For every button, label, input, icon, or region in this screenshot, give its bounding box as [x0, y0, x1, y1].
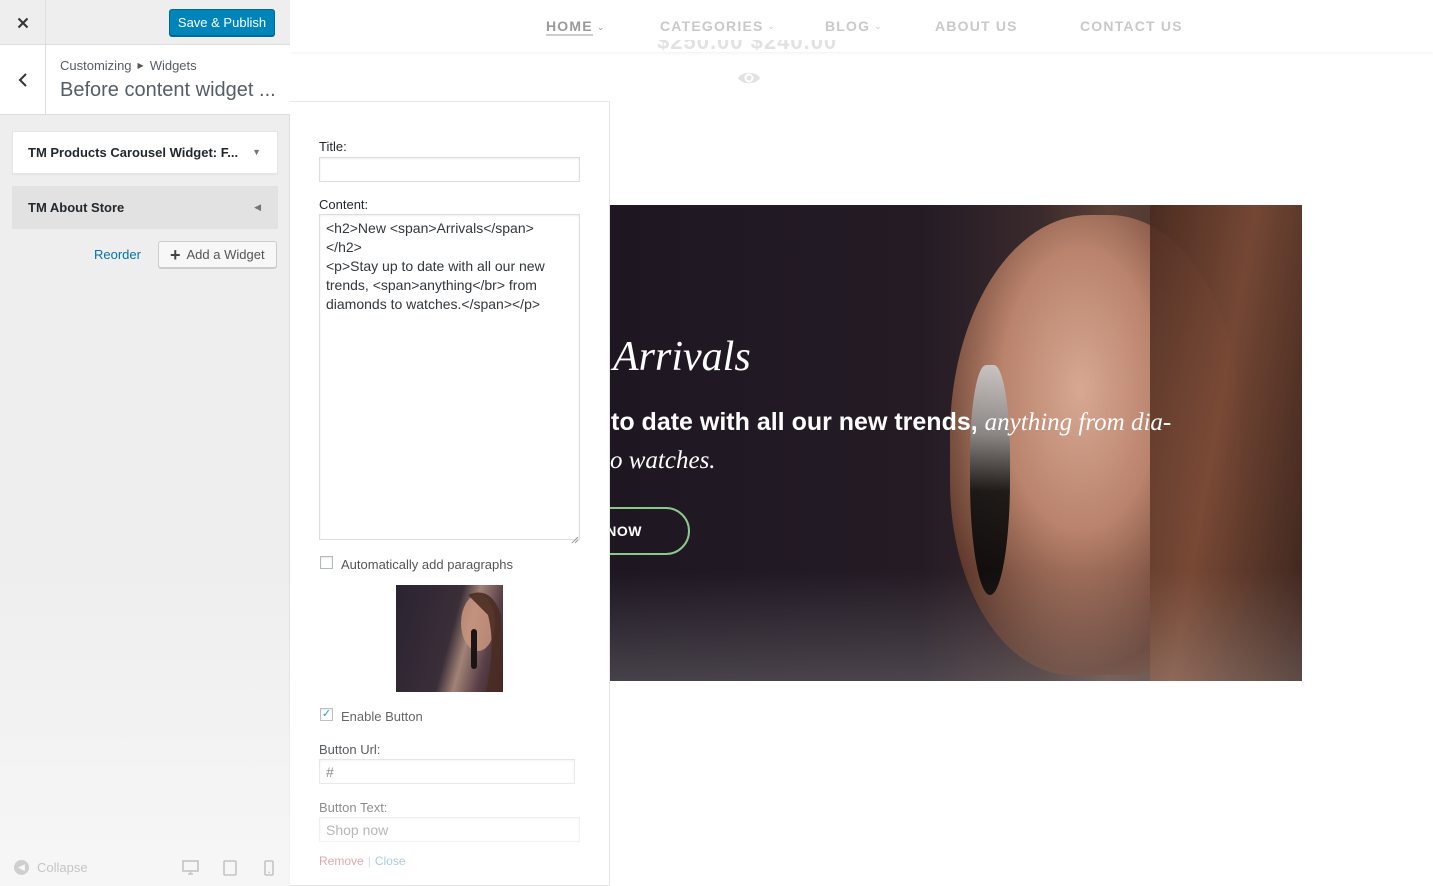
nav-label: HOME: [546, 18, 593, 36]
hero-banner: Arrivals to date with all our new trends…: [610, 205, 1302, 681]
desktop-icon[interactable]: [182, 860, 199, 875]
banner-text-bold: to date with all our new trends,: [611, 408, 985, 436]
enable-button-label: Enable Button: [341, 709, 423, 724]
widget-item-about-store[interactable]: TM About Store ◀: [12, 186, 278, 229]
eye-icon[interactable]: [737, 70, 761, 86]
widget-form-panel: Title: Content: <h2>New <span>Arrivals</…: [290, 101, 610, 886]
customizer-header: Save & Publish: [0, 0, 290, 45]
customizer-sidebar: Save & Publish Customizing ▶ Widgets Bef…: [0, 0, 290, 886]
action-separator: |: [367, 854, 371, 868]
breadcrumb: Customizing ▶ Widgets: [60, 58, 197, 73]
section-header: Customizing ▶ Widgets Before content wid…: [0, 45, 290, 115]
caret-right-icon: ▶: [137, 61, 144, 70]
banner-fade: [610, 571, 1302, 681]
nav-label: CATEGORIES: [660, 18, 764, 34]
widget-title: TM Products Carousel Widget: F...: [28, 145, 239, 160]
title-label: Title:: [319, 139, 347, 154]
nav-label: ABOUT US: [935, 18, 1018, 34]
auto-paragraphs-label: Automatically add paragraphs: [341, 557, 513, 572]
breadcrumb-child: Widgets: [149, 58, 197, 73]
button-url-label: Button Url:: [319, 742, 381, 757]
close-customizer-button[interactable]: [0, 0, 46, 45]
save-publish-button[interactable]: Save & Publish: [169, 9, 275, 36]
nav-item-about[interactable]: ABOUT US: [935, 18, 1018, 34]
button-url-input[interactable]: #: [319, 759, 575, 784]
widget-actions: Remove | Close: [319, 854, 406, 868]
widget-title: TM About Store: [28, 200, 125, 215]
chevron-left-icon: [18, 73, 27, 87]
add-widget-label: Add a Widget: [186, 247, 265, 262]
title-input[interactable]: [319, 157, 580, 182]
auto-paragraphs-checkbox[interactable]: [320, 556, 333, 569]
nav-item-home[interactable]: HOME ⌄: [546, 18, 606, 36]
chevron-down-icon: ⌄: [596, 21, 606, 32]
site-navigation: HOME ⌄ CATEGORIES ⌄ BLOG ⌄ ABOUT US CONT…: [290, 0, 1433, 52]
reorder-link[interactable]: Reorder: [94, 247, 141, 262]
banner-text-italic: anything from dia-: [984, 409, 1172, 436]
nav-label: BLOG: [825, 18, 871, 34]
section-title: Before content widget ...: [60, 79, 276, 101]
nav-item-contact[interactable]: CONTACT US: [1080, 18, 1183, 34]
content-textarea[interactable]: <h2>New <span>Arrivals</span> </h2> <p>S…: [319, 214, 580, 540]
widget-image-thumbnail[interactable]: [396, 585, 503, 692]
collapse-label: Collapse: [37, 860, 88, 875]
tablet-icon[interactable]: [223, 860, 237, 876]
collapse-arrow-icon: ◀: [14, 860, 29, 875]
sidebar-fade-overlay: [0, 560, 290, 886]
product-price-ghost: $250.00 $240.00: [657, 40, 838, 54]
enable-button-checkbox[interactable]: ✓: [320, 708, 333, 721]
banner-shop-button[interactable]: NOW: [610, 507, 690, 555]
banner-text-line-1: to date with all our new trends, anythin…: [611, 408, 1171, 437]
content-label: Content:: [319, 197, 369, 212]
banner-text-line-2: o watches.: [610, 447, 716, 474]
caret-down-icon[interactable]: ▼: [252, 147, 261, 157]
close-icon: [17, 17, 28, 28]
add-widget-button[interactable]: + Add a Widget: [158, 241, 277, 268]
nav-item-blog[interactable]: BLOG ⌄: [825, 18, 883, 34]
widget-item-products-carousel[interactable]: TM Products Carousel Widget: F... ▼: [12, 131, 278, 174]
chevron-down-icon: ⌄: [767, 20, 777, 31]
resize-grip-icon[interactable]: [571, 531, 579, 544]
close-link[interactable]: Close: [375, 854, 406, 868]
chevron-down-icon: ⌄: [874, 20, 883, 31]
collapse-button[interactable]: ◀ Collapse: [14, 860, 88, 875]
back-button[interactable]: [0, 45, 46, 115]
nav-label: CONTACT US: [1080, 18, 1183, 34]
mobile-icon[interactable]: [264, 860, 274, 876]
button-text-input[interactable]: Shop now: [319, 817, 580, 842]
nav-item-categories[interactable]: CATEGORIES ⌄: [660, 18, 776, 34]
remove-link[interactable]: Remove: [319, 854, 364, 868]
button-text-label: Button Text:: [319, 800, 388, 815]
plus-icon: +: [170, 244, 181, 265]
banner-title: Arrivals: [613, 334, 751, 380]
caret-left-icon[interactable]: ◀: [254, 202, 261, 213]
breadcrumb-root: Customizing: [60, 58, 132, 73]
customizer-footer: ◀ Collapse: [0, 848, 290, 886]
earring-graphic: [970, 365, 1010, 595]
